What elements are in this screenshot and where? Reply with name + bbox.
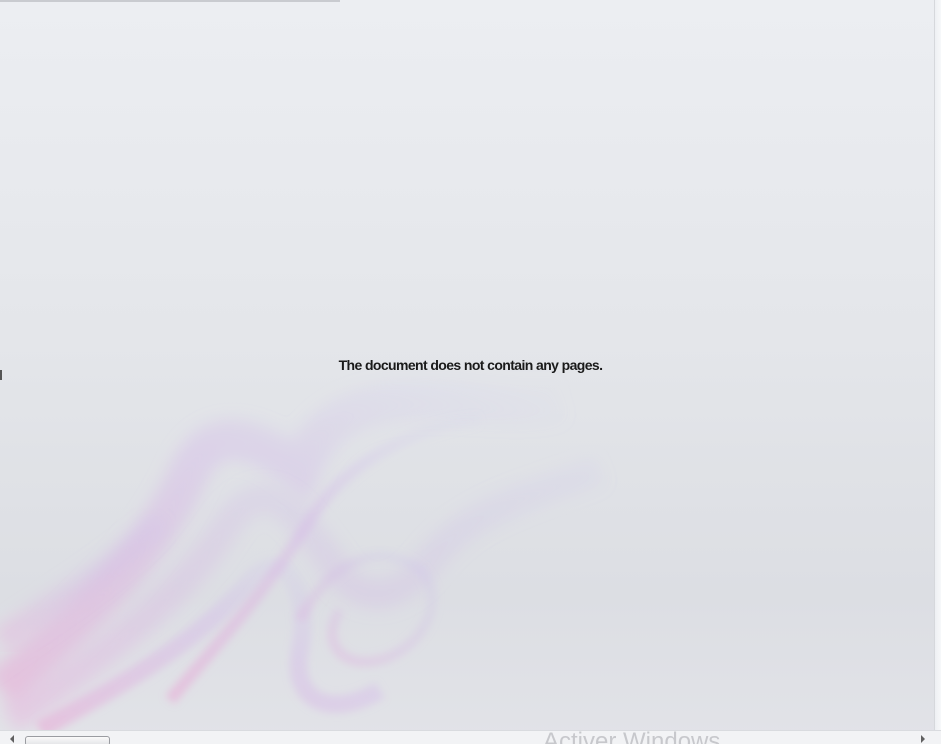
- top-toolbar-edge: [0, 0, 340, 2]
- scroll-right-arrow-icon[interactable]: [921, 735, 925, 743]
- scroll-left-arrow-icon[interactable]: [10, 735, 14, 743]
- activation-watermark: Activer Windows: [543, 728, 721, 744]
- empty-document-message: The document does not contain any pages.: [338, 357, 603, 373]
- document-viewer: The document does not contain any pages.…: [0, 0, 941, 744]
- horizontal-scrollbar-thumb[interactable]: [25, 736, 110, 744]
- horizontal-scrollbar[interactable]: [0, 730, 941, 744]
